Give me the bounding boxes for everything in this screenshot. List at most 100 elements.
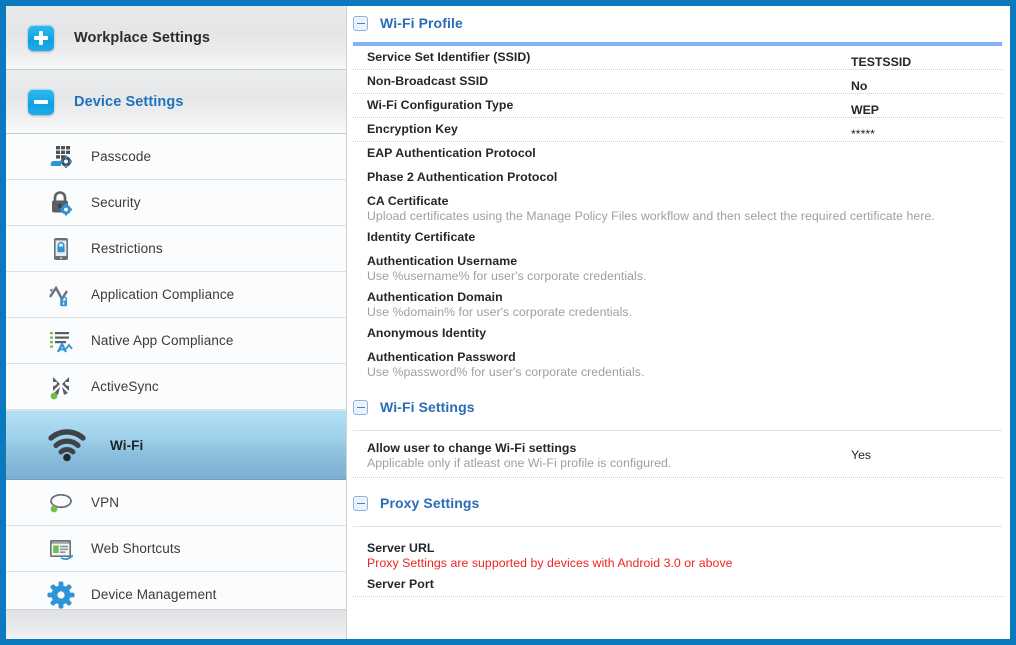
sidebar-item-label: Restrictions: [91, 241, 163, 256]
section-rows: Server URL Proxy Settings are supported …: [347, 527, 1010, 597]
sidebar-item-label: Wi-Fi: [110, 437, 144, 453]
row-label-group: Allow user to change Wi-Fi settings Appl…: [367, 437, 849, 473]
sidebar-item-restrictions[interactable]: Restrictions: [6, 226, 346, 272]
sidebar-item-label: ActiveSync: [91, 379, 159, 394]
row-hint: Upload certificates using the Manage Pol…: [367, 209, 935, 223]
sidebar-header-device-settings[interactable]: Device Settings: [6, 70, 346, 134]
section-rows: Service Set Identifier (SSID) TESTSSID N…: [347, 46, 1010, 382]
row-label: CA Certificate: [367, 194, 449, 208]
table-row[interactable]: Authentication Username Use %username% f…: [353, 250, 1004, 286]
row-label-group: Non-Broadcast SSID: [367, 70, 849, 91]
table-row[interactable]: Allow user to change Wi-Fi settings Appl…: [353, 431, 1004, 478]
table-row[interactable]: Identity Certificate: [353, 226, 1004, 250]
minus-toggle-icon[interactable]: [28, 88, 54, 115]
table-row[interactable]: Anonymous Identity: [353, 322, 1004, 346]
activesync-icon: [46, 372, 76, 402]
sidebar-header-workplace-settings[interactable]: Workplace Settings: [6, 6, 346, 70]
sidebar-item-label: Device Management: [91, 587, 217, 602]
collapse-minus-icon[interactable]: [353, 15, 368, 31]
row-value: Yes: [851, 448, 872, 462]
main-content: Wi-Fi Profile Service Set Identifier (SS…: [347, 6, 1010, 639]
row-label-group: EAP Authentication Protocol: [367, 142, 1004, 163]
restrictions-icon: [46, 234, 76, 264]
sidebar-item-label: Native App Compliance: [91, 333, 234, 348]
section-header[interactable]: Wi-Fi Profile: [347, 6, 1010, 40]
section-wifi-profile: Wi-Fi Profile Service Set Identifier (SS…: [347, 6, 1010, 382]
row-label: EAP Authentication Protocol: [367, 146, 536, 160]
security-lock-icon: [46, 188, 76, 218]
native-app-compliance-icon: [46, 326, 76, 356]
section-title: Wi-Fi Settings: [380, 399, 475, 415]
sidebar-item-label: Application Compliance: [91, 287, 235, 302]
row-label-group: Anonymous Identity: [367, 322, 1004, 343]
table-row[interactable]: Service Set Identifier (SSID) TESTSSID: [353, 46, 1004, 70]
table-row[interactable]: Wi-Fi Configuration Type WEP: [353, 94, 1004, 118]
row-label: Authentication Domain: [367, 290, 503, 304]
row-label: Encryption Key: [367, 122, 458, 136]
sidebar-footer: [6, 609, 346, 639]
row-value: TESTSSID: [851, 55, 912, 69]
row-label-group: Authentication Password Use %password% f…: [367, 346, 1004, 382]
plus-toggle-icon[interactable]: [28, 24, 54, 51]
application-window: Workplace Settings Device Settings Passc…: [0, 0, 1016, 645]
sidebar-item-wifi[interactable]: Wi-Fi: [6, 410, 346, 480]
section-header[interactable]: Wi-Fi Settings: [347, 390, 1010, 424]
row-label: Allow user to change Wi-Fi settings: [367, 441, 577, 455]
row-label-group: Server Port: [367, 573, 1004, 594]
sidebar-item-security[interactable]: Security: [6, 180, 346, 226]
row-value: No: [851, 79, 868, 93]
sidebar-header-label: Device Settings: [74, 93, 184, 110]
table-row[interactable]: Authentication Password Use %password% f…: [353, 346, 1004, 382]
section-title: Wi-Fi Profile: [380, 15, 463, 31]
sidebar-item-device-management[interactable]: Device Management: [6, 572, 346, 609]
table-row[interactable]: Phase 2 Authentication Protocol: [353, 166, 1004, 190]
sidebar-item-application-compliance[interactable]: Application Compliance: [6, 272, 346, 318]
row-label: Anonymous Identity: [367, 326, 487, 340]
table-row[interactable]: EAP Authentication Protocol: [353, 142, 1004, 166]
sidebar-header-label: Workplace Settings: [74, 29, 211, 46]
sidebar-item-label: Security: [91, 195, 141, 210]
collapse-minus-icon[interactable]: [353, 399, 368, 415]
row-label: Authentication Password: [367, 350, 516, 364]
web-shortcuts-icon: [46, 534, 76, 564]
collapse-minus-icon[interactable]: [353, 495, 368, 511]
section-proxy-settings: Proxy Settings Server URL Proxy Settings…: [347, 486, 1010, 597]
row-label-group: Encryption Key: [367, 118, 849, 139]
row-hint: Applicable only if atleast one Wi-Fi pro…: [367, 456, 672, 470]
row-label: Identity Certificate: [367, 230, 476, 244]
sidebar-item-activesync[interactable]: ActiveSync: [6, 364, 346, 410]
table-row[interactable]: Server Port: [353, 573, 1004, 597]
sidebar-item-label: Web Shortcuts: [91, 541, 181, 556]
sidebar-item-native-app-compliance[interactable]: Native App Compliance: [6, 318, 346, 364]
row-label-group: Authentication Username Use %username% f…: [367, 250, 1004, 286]
sidebar: Workplace Settings Device Settings Passc…: [6, 6, 347, 639]
row-label-group: Service Set Identifier (SSID): [367, 46, 849, 67]
row-label: Server URL: [367, 541, 435, 555]
sidebar-item-web-shortcuts[interactable]: Web Shortcuts: [6, 526, 346, 572]
section-wifi-settings: Wi-Fi Settings Allow user to change Wi-F…: [347, 390, 1010, 478]
section-header[interactable]: Proxy Settings: [347, 486, 1010, 520]
table-row[interactable]: Server URL Proxy Settings are supported …: [353, 537, 1004, 573]
row-value: *****: [851, 127, 875, 141]
application-compliance-icon: [46, 280, 76, 310]
section-title: Proxy Settings: [380, 495, 480, 511]
sidebar-nav-list: Passcode Security Restrictions Applicati…: [6, 134, 346, 609]
row-label-group: Server URL Proxy Settings are supported …: [367, 537, 1004, 573]
row-label-group: Phase 2 Authentication Protocol: [367, 166, 1004, 187]
row-label: Authentication Username: [367, 254, 518, 268]
device-management-gear-icon: [46, 580, 76, 610]
table-row[interactable]: Authentication Domain Use %domain% for u…: [353, 286, 1004, 322]
table-row[interactable]: CA Certificate Upload certificates using…: [353, 190, 1004, 226]
sidebar-item-passcode[interactable]: Passcode: [6, 134, 346, 180]
sidebar-item-vpn[interactable]: VPN: [6, 480, 346, 526]
table-row[interactable]: Encryption Key *****: [353, 118, 1004, 142]
sidebar-item-label: VPN: [91, 495, 120, 510]
row-hint: Use %domain% for user's corporate creden…: [367, 305, 633, 319]
row-value: WEP: [851, 103, 880, 117]
passcode-icon: [46, 142, 76, 172]
row-label: Server Port: [367, 577, 434, 591]
section-rows: Allow user to change Wi-Fi settings Appl…: [347, 431, 1010, 478]
table-row[interactable]: Non-Broadcast SSID No: [353, 70, 1004, 94]
